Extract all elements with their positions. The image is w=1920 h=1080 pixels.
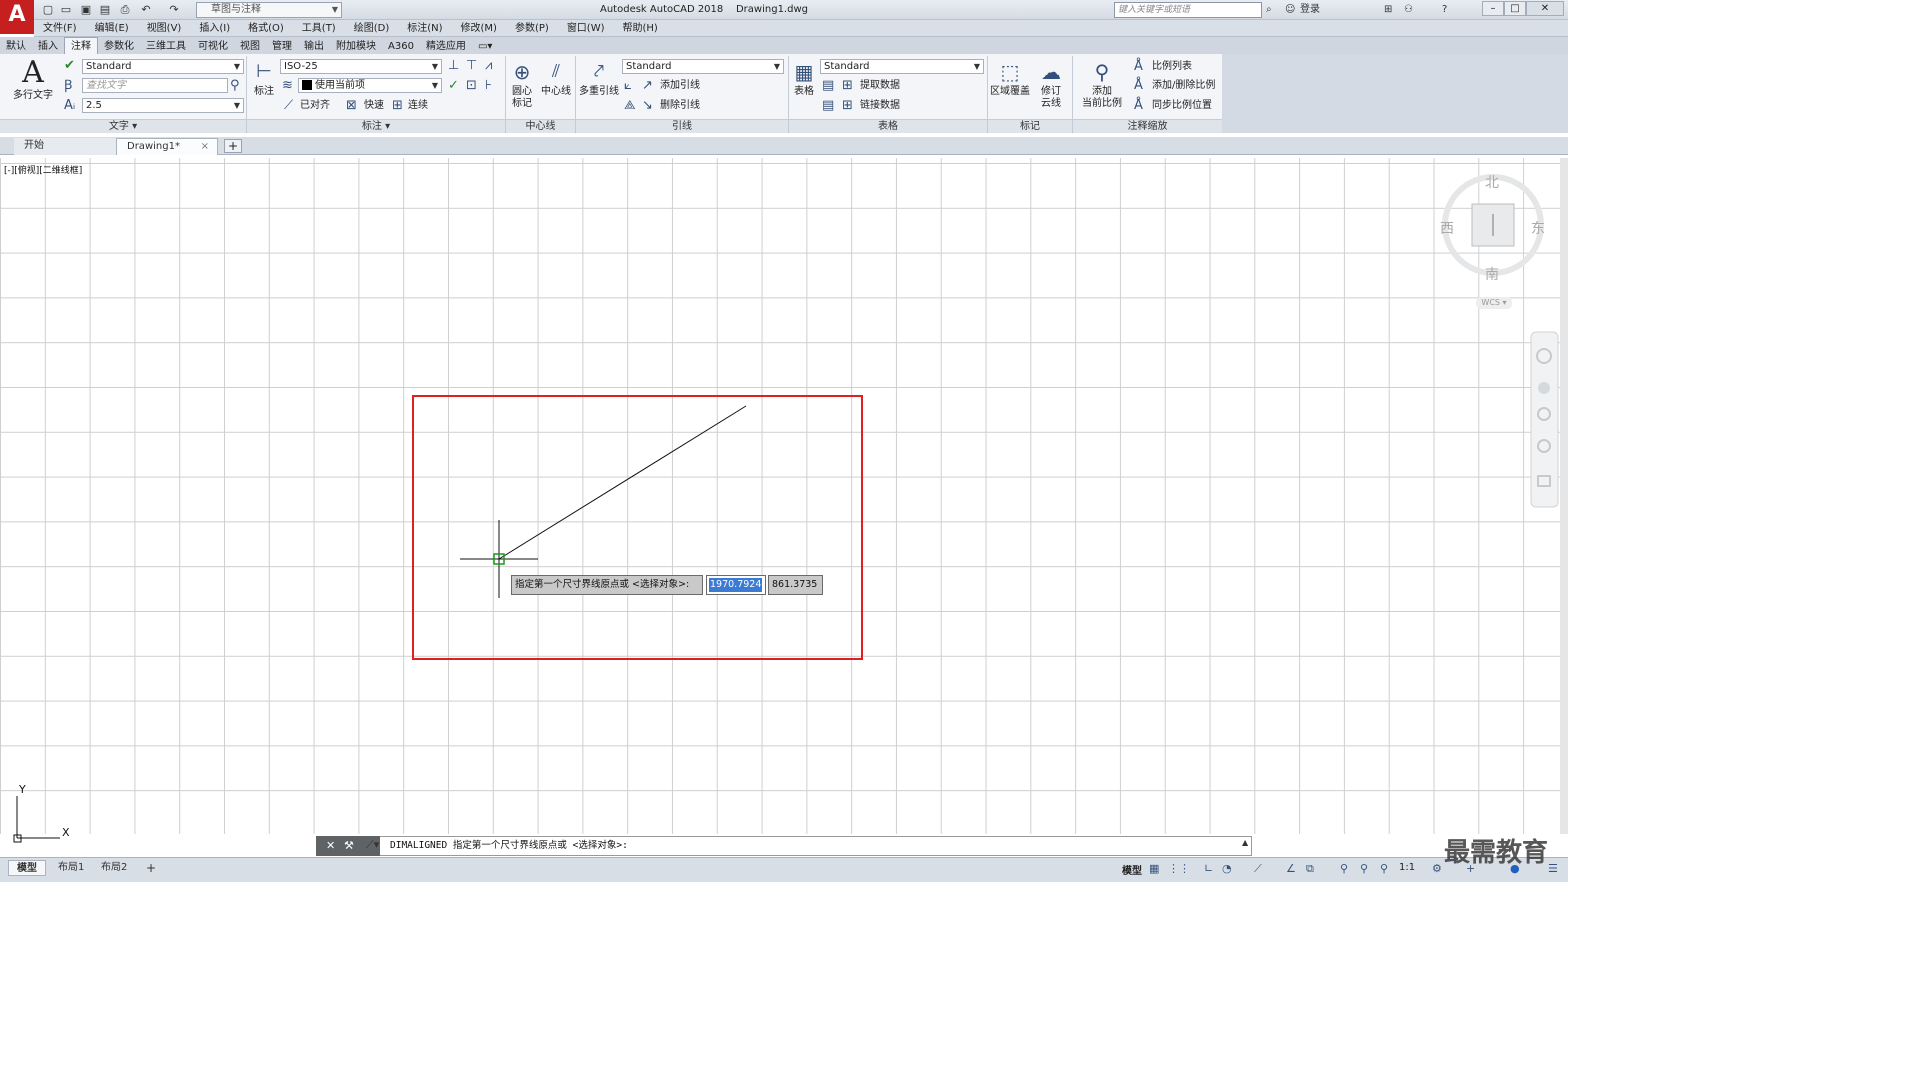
viewcube-west[interactable]: 西 <box>1440 218 1454 238</box>
layout-tab-1[interactable]: 布局1 <box>50 860 92 876</box>
dynamic-input-x[interactable]: 1970.7924 <box>706 575 766 595</box>
transparency-icon[interactable]: ⧉ <box>1306 862 1314 876</box>
watermark-text: 最需教育 <box>1444 838 1549 868</box>
viewcube-north[interactable]: 北 <box>1485 172 1499 192</box>
snap-icon[interactable]: ⋮⋮ <box>1168 862 1190 875</box>
osnap-icon[interactable]: ⟋ <box>1254 862 1262 876</box>
annotation-visibility-icon[interactable]: ⚲ <box>1340 862 1348 875</box>
scale-value[interactable]: 1:1 <box>1399 862 1415 873</box>
close-icon[interactable]: ✕ <box>326 839 335 852</box>
ortho-icon[interactable]: ∟ <box>1204 862 1213 875</box>
gear-icon[interactable]: ⚙ <box>1432 862 1442 875</box>
ucs-y-label: Y <box>19 783 26 796</box>
customize-menu-icon[interactable]: ☰ <box>1548 862 1558 875</box>
dynamic-input-x-value: 1970.7924 <box>709 578 763 592</box>
dynamic-input-y[interactable]: 861.3735 <box>768 575 823 595</box>
add-layout-button[interactable]: + <box>138 860 164 876</box>
grid-icon[interactable]: ▦ <box>1149 862 1159 875</box>
command-prompt-icon[interactable]: ⟋▾ <box>366 838 379 852</box>
layout-tab-2[interactable]: 布局2 <box>93 860 135 876</box>
wcs-menu[interactable]: WCS ▾ <box>1476 297 1512 309</box>
annotation-scale-icon[interactable]: ⚲ <box>1380 862 1388 875</box>
auto-scale-icon[interactable]: ⚲ <box>1360 862 1368 875</box>
layout-tab-model[interactable]: 模型 <box>8 860 46 876</box>
chevron-up-icon[interactable]: ▲ <box>1242 838 1248 847</box>
wrench-icon[interactable]: ⚒ <box>344 839 354 852</box>
ucs-x-label: X <box>62 826 70 839</box>
drawn-line <box>498 405 747 560</box>
highlight-box <box>412 395 863 660</box>
polar-icon[interactable]: ◔ <box>1222 862 1232 875</box>
viewcube-south[interactable]: 南 <box>1485 264 1499 284</box>
wcs-label: WCS <box>1481 298 1500 307</box>
lineweight-icon[interactable]: ∠ <box>1286 862 1296 875</box>
model-space-button[interactable]: 模型 <box>1122 862 1142 877</box>
dynamic-input-prompt: 指定第一个尺寸界线原点或 <选择对象>: <box>511 575 703 595</box>
drawing-overlay <box>13 174 1559 843</box>
command-line-text: DIMALIGNED 指定第一个尺寸界线原点或 <选择对象>: <box>390 840 628 851</box>
pan-icon[interactable] <box>1538 382 1550 394</box>
viewcube-east[interactable]: 东 <box>1531 218 1545 238</box>
status-bar <box>0 857 1568 882</box>
